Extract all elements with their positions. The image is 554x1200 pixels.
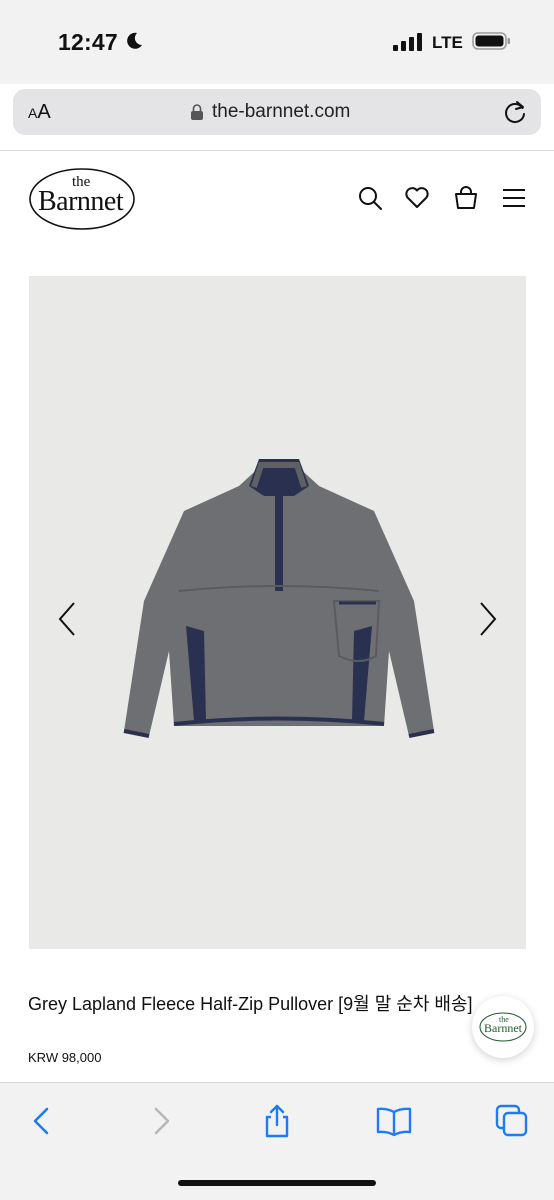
signal-icon: [393, 33, 422, 51]
carousel-next-button[interactable]: [477, 600, 499, 638]
moon-icon: [127, 32, 142, 49]
reload-icon[interactable]: [503, 99, 527, 125]
divider: [0, 150, 554, 151]
menu-icon[interactable]: [501, 185, 527, 211]
heart-icon[interactable]: [404, 185, 430, 211]
fab-logo-name: Barnnet: [484, 1021, 522, 1035]
text-size-button[interactable]: AA: [28, 101, 51, 124]
battery-icon: [472, 32, 510, 50]
lock-icon: [191, 104, 203, 120]
tabs-icon[interactable]: [494, 1103, 530, 1139]
logo-name-text: Barnnet: [38, 186, 124, 217]
search-icon[interactable]: [357, 185, 383, 211]
bag-icon[interactable]: [453, 185, 479, 211]
url-text[interactable]: the-barnnet.com: [212, 101, 350, 123]
back-icon[interactable]: [24, 1103, 60, 1139]
share-icon[interactable]: [259, 1103, 295, 1139]
pullover-illustration: [123, 459, 435, 738]
status-time: 12:47: [58, 29, 118, 55]
carousel-prev-button[interactable]: [56, 600, 78, 638]
product-image[interactable]: [29, 276, 526, 949]
product-price: KRW 98,000: [28, 1050, 102, 1065]
home-indicator[interactable]: [178, 1180, 376, 1186]
forward-icon[interactable]: [143, 1103, 179, 1139]
bookmarks-icon[interactable]: [376, 1103, 412, 1139]
carrier-label: LTE: [432, 33, 463, 52]
product-title: Grey Lapland Fleece Half-Zip Pullover [9…: [28, 994, 473, 1014]
